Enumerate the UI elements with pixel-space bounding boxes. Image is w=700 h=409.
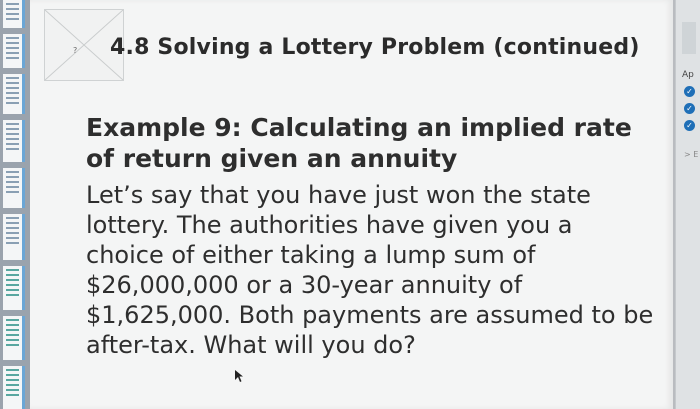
checkmark-icon[interactable]: ✓ bbox=[684, 120, 695, 131]
slide-thumbnail-strip[interactable] bbox=[0, 0, 30, 409]
slide-title: 4.8 Solving a Lottery Problem (continued… bbox=[110, 35, 640, 60]
slide-thumbnail[interactable] bbox=[3, 0, 25, 28]
mouse-pointer-icon bbox=[235, 370, 243, 382]
logo-question-mark: ? bbox=[73, 46, 78, 55]
panel-thumbnail[interactable] bbox=[682, 22, 696, 54]
panel-chevron-item[interactable]: > E bbox=[684, 150, 698, 159]
slide-thumbnail[interactable] bbox=[3, 266, 25, 310]
checkmark-icon[interactable]: ✓ bbox=[684, 103, 695, 114]
slide-thumbnail[interactable] bbox=[3, 316, 25, 360]
slide-thumbnail[interactable] bbox=[3, 34, 25, 68]
slide-thumbnail[interactable] bbox=[3, 366, 25, 409]
panel-label: Ap bbox=[682, 70, 694, 80]
slide-canvas: ? 4.8 Solving a Lottery Problem (continu… bbox=[30, 0, 673, 409]
problem-statement: Let’s say that you have just won the sta… bbox=[86, 181, 654, 359]
slide-thumbnail[interactable] bbox=[3, 120, 25, 162]
slide-thumbnail[interactable] bbox=[3, 168, 25, 208]
right-side-panel[interactable]: Ap ✓ ✓ ✓ > E bbox=[675, 0, 700, 409]
slide-thumbnail[interactable] bbox=[3, 74, 25, 114]
example-heading: Example 9: Calculating an implied rate o… bbox=[86, 113, 632, 173]
checkmark-icon[interactable]: ✓ bbox=[684, 86, 695, 97]
slide-thumbnail[interactable] bbox=[3, 214, 25, 260]
